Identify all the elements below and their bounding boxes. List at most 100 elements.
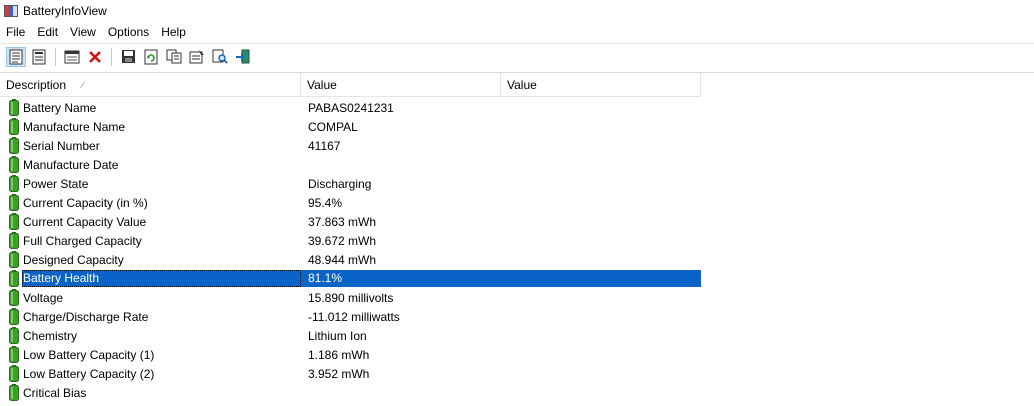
battery-icon-shape <box>9 99 19 116</box>
delete-button[interactable] <box>85 47 105 67</box>
battery-icon <box>0 288 22 307</box>
column-header-value[interactable]: Value <box>301 73 501 97</box>
row-description: Current Capacity (in %) <box>23 195 148 210</box>
row-value: Lithium Ion <box>308 328 367 343</box>
column-header-description[interactable]: Description ⁄ <box>0 73 301 97</box>
save-button[interactable] <box>118 47 138 67</box>
menu-options[interactable]: Options <box>102 25 155 39</box>
exit-icon <box>236 49 250 64</box>
menu-file[interactable]: File <box>0 25 31 39</box>
row-value: COMPAL <box>308 119 358 134</box>
menu-help[interactable]: Help <box>155 25 192 39</box>
title-bar: BatteryInfoView <box>0 0 1034 22</box>
row-description: Manufacture Name <box>23 119 126 134</box>
app-icon <box>4 5 18 17</box>
table-row[interactable]: Battery Name PABAS0241231 <box>0 98 701 117</box>
battery-icon-shape <box>9 118 19 135</box>
row-value: 3.952 mWh <box>308 366 370 381</box>
row-description: Manufacture Date <box>23 157 119 172</box>
battery-icon-shape <box>9 270 19 287</box>
copy-icon <box>166 49 182 64</box>
battery-icon <box>0 98 22 117</box>
text-report-button[interactable] <box>29 47 49 67</box>
row-description: Serial Number <box>23 138 100 153</box>
column-header-label: Description <box>6 78 67 92</box>
properties-button[interactable] <box>187 47 207 67</box>
column-header-label: Value <box>307 78 337 92</box>
window-title: BatteryInfoView <box>23 4 107 18</box>
table-row[interactable]: Designed Capacity 48.944 mWh <box>0 250 701 269</box>
html-report-button[interactable] <box>6 46 26 67</box>
battery-icon <box>0 326 22 345</box>
toolbar-separator <box>55 47 56 66</box>
battery-icon <box>0 345 22 364</box>
table-row[interactable]: Critical Bias <box>0 383 701 402</box>
table-row[interactable]: Manufacture Date <box>0 155 701 174</box>
battery-icon-shape <box>9 308 19 325</box>
table-row[interactable]: Current Capacity Value 37.863 mWh <box>0 212 701 231</box>
row-description: Chemistry <box>23 328 78 343</box>
battery-icon-shape <box>9 175 19 192</box>
row-value: 1.186 mWh <box>308 347 370 362</box>
menu-edit[interactable]: Edit <box>31 25 64 39</box>
table-row[interactable]: Low Battery Capacity (2) 3.952 mWh <box>0 364 701 383</box>
row-description: Voltage <box>23 290 64 305</box>
row-value: -11.012 milliwatts <box>308 309 400 324</box>
battery-icon-shape <box>9 384 19 401</box>
properties-icon <box>189 50 204 64</box>
table-row[interactable]: Low Battery Capacity (1) 1.186 mWh <box>0 345 701 364</box>
battery-icon <box>0 193 22 212</box>
text-report-icon <box>32 49 46 64</box>
find-button[interactable] <box>210 47 230 67</box>
row-description: Battery Name <box>23 100 97 115</box>
copy-button[interactable] <box>164 47 184 67</box>
battery-icon <box>0 117 22 136</box>
exit-button[interactable] <box>233 47 253 67</box>
column-header-value-2[interactable]: Value <box>501 73 701 97</box>
table-row[interactable]: Charge/Discharge Rate -11.012 milliwatts <box>0 307 701 326</box>
table-row[interactable]: Current Capacity (in %) 95.4% <box>0 193 701 212</box>
table-row[interactable]: Manufacture Name COMPAL <box>0 117 701 136</box>
row-description: Charge/Discharge Rate <box>23 309 149 324</box>
row-description: Power State <box>23 176 89 191</box>
battery-icon <box>0 307 22 326</box>
row-value: 39.672 mWh <box>308 233 377 248</box>
sort-indicator-icon: ⁄ <box>82 80 84 90</box>
row-value: 37.863 mWh <box>308 214 377 229</box>
battery-icon <box>0 269 22 288</box>
table-row[interactable]: Power State Discharging <box>0 174 701 193</box>
column-header-label: Value <box>507 78 537 92</box>
battery-icon-shape <box>9 232 19 249</box>
row-value: Discharging <box>308 176 372 191</box>
row-description: Low Battery Capacity (2) <box>23 366 155 381</box>
row-value: 81.1% <box>301 270 501 287</box>
menu-view[interactable]: View <box>64 25 102 39</box>
table-row-selected[interactable]: Battery Health 81.1% <box>0 269 701 288</box>
html-report-icon <box>9 49 23 64</box>
toolbar <box>0 43 1034 69</box>
save-icon <box>121 50 135 63</box>
table-row[interactable]: Chemistry Lithium Ion <box>0 326 701 345</box>
row-description: Low Battery Capacity (1) <box>23 347 155 362</box>
battery-icon-shape <box>9 251 19 268</box>
battery-icon <box>0 155 22 174</box>
battery-icon <box>0 250 22 269</box>
row-value-2 <box>501 270 701 287</box>
row-value: 41167 <box>308 138 341 153</box>
battery-info-list[interactable]: Description ⁄ Value Value Battery Name PA… <box>0 72 1034 406</box>
delete-icon <box>89 50 101 63</box>
row-value: 95.4% <box>308 195 343 210</box>
battery-icon-shape <box>9 213 19 230</box>
table-row[interactable]: Serial Number 41167 <box>0 136 701 155</box>
battery-icon <box>0 383 22 402</box>
properties-window-button[interactable] <box>62 47 82 67</box>
table-row[interactable]: Full Charged Capacity 39.672 mWh <box>0 231 701 250</box>
table-row[interactable]: Voltage 15.890 millivolts <box>0 288 701 307</box>
battery-icon-shape <box>9 194 19 211</box>
refresh-button[interactable] <box>141 47 161 67</box>
properties-window-icon <box>64 50 80 63</box>
row-value: 48.944 mWh <box>308 252 377 267</box>
battery-icon-shape <box>9 365 19 382</box>
list-rows: Battery Name PABAS0241231 Manufacture Nam… <box>0 98 1034 402</box>
battery-icon <box>0 174 22 193</box>
